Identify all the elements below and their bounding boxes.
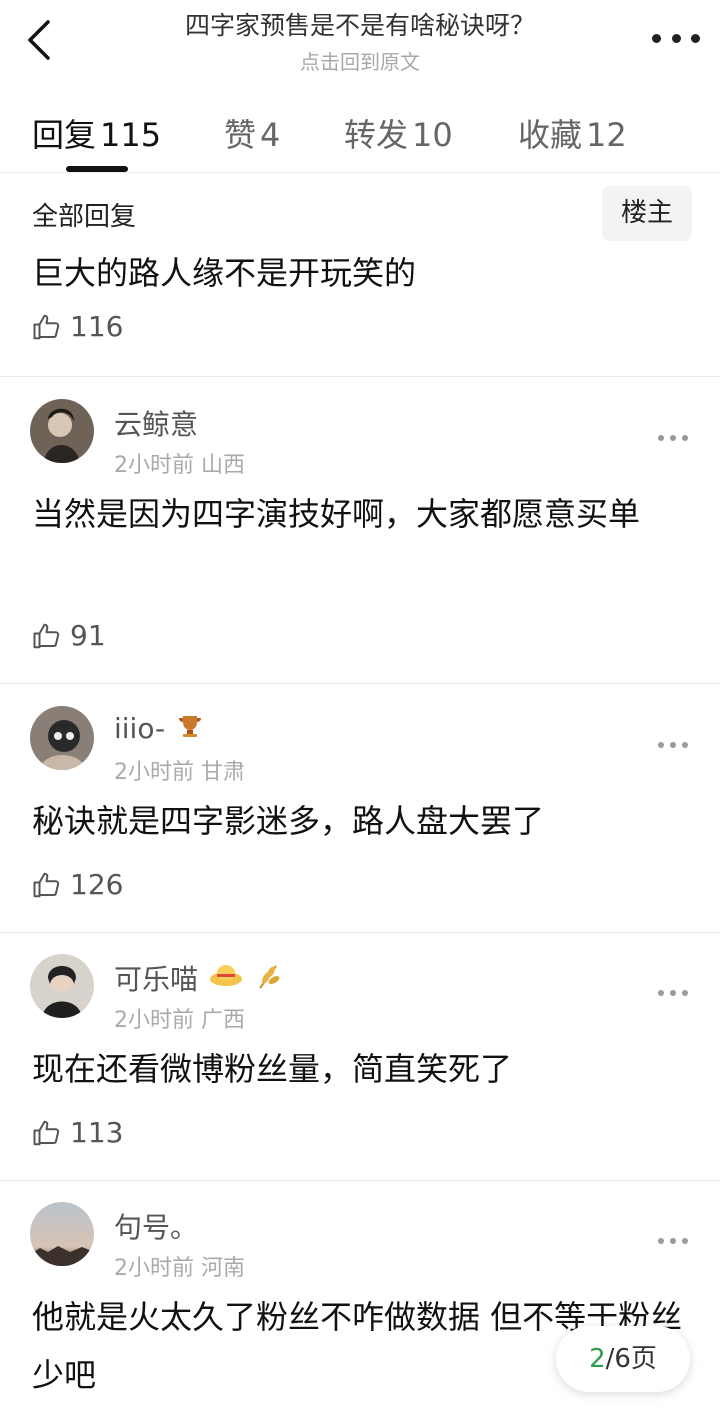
avatar[interactable]: [30, 706, 94, 770]
back-to-original-link[interactable]: 点击回到原文: [120, 46, 600, 75]
comment-item: 云鲸意 2小时前 山西 当然是因为四字演技好啊，大家都愿意买单 91: [0, 377, 720, 684]
comment-meta: 2小时前 甘肃: [114, 760, 245, 785]
current-page: 2: [589, 1344, 606, 1374]
more-options-icon[interactable]: [652, 28, 700, 48]
avatar[interactable]: [30, 399, 94, 463]
comment-meta: 2小时前 河南: [114, 1256, 245, 1281]
comment-text: 秘诀就是四字影迷多，路人盘大罢了: [32, 802, 545, 840]
like-count: 113: [70, 1116, 124, 1149]
tab-label: 赞: [224, 116, 257, 154]
username-text: 可乐喵: [114, 963, 199, 996]
username-text: 句号。: [114, 1211, 199, 1244]
username-text: iiio-: [114, 712, 166, 745]
like-count: 116: [70, 310, 124, 343]
top-bar: 四字家预售是不是有啥秘诀呀？ 点击回到原文: [0, 0, 720, 90]
thumbs-up-icon: [33, 314, 60, 339]
back-icon[interactable]: [22, 18, 62, 62]
comment-item: 可乐喵 2小时前 广西 现在还看微博粉丝量，简直笑死了 113: [0, 932, 720, 1181]
page-indicator-button[interactable]: 2/6页: [556, 1326, 690, 1392]
like-button[interactable]: 113: [32, 1116, 123, 1149]
username[interactable]: 云鲸意: [114, 403, 198, 443]
comment-more-icon[interactable]: [658, 742, 688, 750]
wheat-icon: [254, 960, 284, 997]
tab-count: 115: [100, 116, 162, 154]
comment-meta: 2小时前 山西: [114, 453, 245, 478]
like-button[interactable]: 116: [32, 310, 123, 343]
like-button[interactable]: 126: [32, 868, 123, 901]
username[interactable]: iiio-: [114, 710, 205, 747]
avatar[interactable]: [30, 954, 94, 1018]
post-title[interactable]: 四字家预售是不是有啥秘诀呀？: [120, 6, 600, 42]
tab-favorites[interactable]: 收藏 12: [518, 110, 627, 156]
active-tab-indicator: [66, 166, 128, 172]
comment-meta: 2小时前 广西: [114, 1008, 245, 1033]
username-text: 云鲸意: [114, 408, 199, 441]
comment-more-icon[interactable]: [658, 1238, 688, 1246]
tab-count: 10: [412, 116, 453, 154]
all-replies-label: 全部回复: [32, 202, 137, 232]
like-button[interactable]: 91: [32, 619, 106, 652]
username[interactable]: 句号。: [114, 1206, 198, 1246]
tab-count: 4: [260, 116, 281, 154]
total-pages: /6页: [605, 1344, 657, 1374]
like-count: 126: [70, 868, 124, 901]
tab-replies[interactable]: 回复 115: [32, 110, 161, 156]
tab-label: 转发: [344, 116, 409, 154]
comment-more-icon[interactable]: [658, 990, 688, 998]
thumbs-up-icon: [33, 1120, 60, 1145]
avatar[interactable]: [30, 1202, 94, 1266]
username[interactable]: 可乐喵: [114, 958, 284, 998]
tab-likes[interactable]: 赞4: [224, 110, 280, 156]
comment-text: 当然是因为四字演技好啊，大家都愿意买单: [32, 495, 641, 533]
like-count: 91: [70, 619, 106, 652]
tab-label: 收藏: [518, 116, 583, 154]
op-reply: 全部回复 楼主 巨大的路人缘不是开玩笑的 116: [0, 176, 720, 377]
trophy-badge-icon: [175, 710, 205, 747]
comment-more-icon[interactable]: [658, 435, 688, 443]
tab-count: 12: [586, 116, 627, 154]
tab-label: 回复: [32, 116, 97, 154]
comment-text: 现在还看微博粉丝量，简直笑死了: [32, 1050, 513, 1088]
thumbs-up-icon: [33, 872, 60, 897]
reply-text: 巨大的路人缘不是开玩笑的: [32, 254, 417, 292]
tab-reposts[interactable]: 转发 10: [344, 110, 453, 156]
comment-item: iiio- 2小时前 甘肃 秘诀就是四字影迷多，路人盘大罢了 126: [0, 684, 720, 933]
op-filter-button[interactable]: 楼主: [602, 186, 692, 241]
straw-hat-icon: [208, 960, 244, 997]
thumbs-up-icon: [33, 623, 60, 648]
tab-bar: 回复 115 赞4 转发 10 收藏 12: [0, 100, 720, 173]
